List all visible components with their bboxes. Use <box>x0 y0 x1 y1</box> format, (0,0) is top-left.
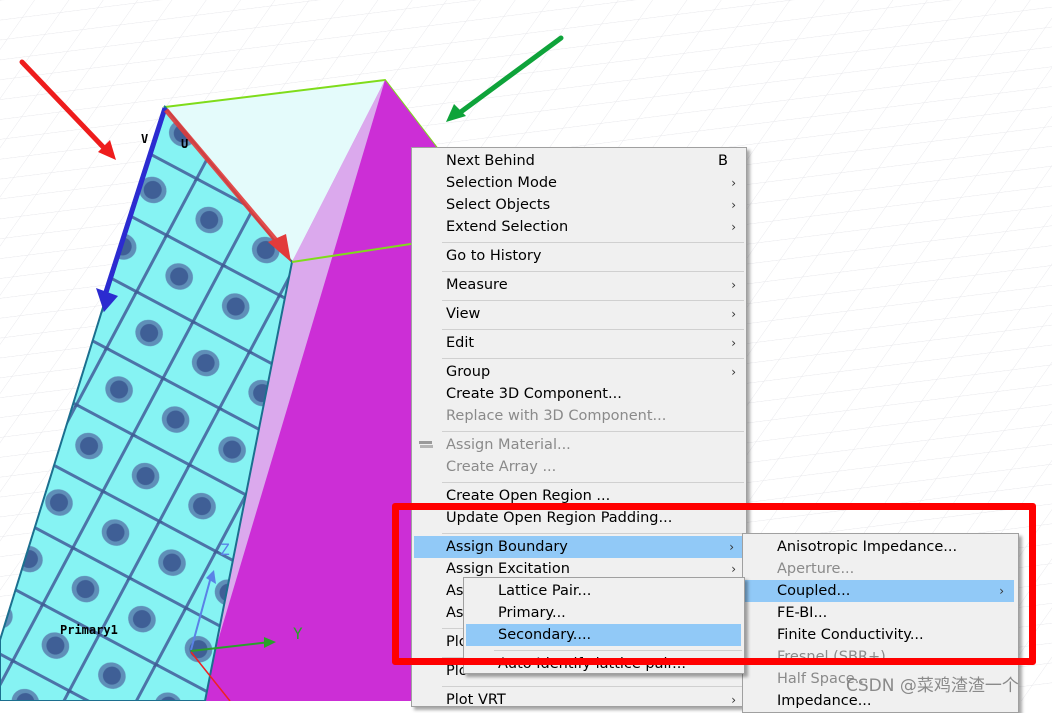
chevron-right-icon: › <box>731 278 736 292</box>
menu-item-assign-boundary[interactable]: Assign Boundary › <box>414 536 744 558</box>
shortcut-label: B <box>718 153 728 169</box>
menu-separator <box>442 686 744 687</box>
menu-item-label: Go to History <box>446 248 542 264</box>
menu-item-extend-selection[interactable]: Extend Selection › <box>412 216 746 238</box>
menu-item-label: Finite Conductivity... <box>777 627 924 643</box>
menu-separator <box>442 242 744 243</box>
menu-item-edit[interactable]: Edit › <box>412 332 746 354</box>
menu-item-label: Next Behind <box>446 153 535 169</box>
menu-item-label: Aperture... <box>777 561 855 577</box>
menu-item-view[interactable]: View › <box>412 303 746 325</box>
menu-item-label: Edit <box>446 335 475 351</box>
menu-item-measure[interactable]: Measure › <box>412 274 746 296</box>
material-icon <box>419 441 433 448</box>
menu-item-label: Secondary.... <box>498 627 592 643</box>
menu-separator <box>442 358 744 359</box>
submenu-item-primary[interactable]: Primary... <box>464 602 744 624</box>
menu-item-label: View <box>446 306 481 322</box>
menu-item-label: Plot VRT <box>446 692 506 708</box>
menu-item-label: Extend Selection <box>446 219 569 235</box>
menu-item-label: Assign Boundary <box>446 539 568 555</box>
submenu-item-anisotropic-impedance[interactable]: Anisotropic Impedance... <box>743 536 1018 558</box>
menu-item-label: Auto Identify lattice pair... <box>498 656 687 672</box>
menu-separator <box>442 533 744 534</box>
submenu-item-lattice-pair[interactable]: Lattice Pair... <box>464 580 744 602</box>
menu-item-next-behind[interactable]: Next Behind B <box>412 150 746 172</box>
chevron-right-icon: › <box>731 220 736 234</box>
submenu-item-aperture: Aperture... <box>743 558 1018 580</box>
menu-item-label: Select Objects <box>446 197 551 213</box>
menu-item-selection-mode[interactable]: Selection Mode › <box>412 172 746 194</box>
menu-separator <box>442 482 744 483</box>
menu-item-label: Primary... <box>498 605 566 621</box>
y-axis-label: Y <box>293 624 303 643</box>
submenu-item-coupled[interactable]: Coupled... › <box>745 580 1014 602</box>
submenu-item-auto-identify[interactable]: Auto Identify lattice pair... <box>464 653 744 675</box>
chevron-right-icon: › <box>731 693 736 707</box>
submenu-item-finite-conductivity[interactable]: Finite Conductivity... <box>743 624 1018 646</box>
menu-item-label: Coupled... <box>777 583 851 599</box>
menu-item-select-objects[interactable]: Select Objects › <box>412 194 746 216</box>
submenu-item-fresnel: Fresnel (SBR+) <box>743 646 1018 668</box>
menu-item-label: Create Array ... <box>446 459 557 475</box>
menu-item-label: Create 3D Component... <box>446 386 622 402</box>
menu-item-label: Measure <box>446 277 508 293</box>
face-label-primary1: Primary1 <box>60 623 118 637</box>
menu-item-label: Lattice Pair... <box>498 583 592 599</box>
chevron-right-icon: › <box>731 307 736 321</box>
menu-separator <box>442 300 744 301</box>
menu-item-group[interactable]: Group › <box>412 361 746 383</box>
chevron-right-icon: › <box>731 365 736 379</box>
menu-separator <box>442 431 744 432</box>
submenu-item-fe-bi[interactable]: FE-BI... <box>743 602 1018 624</box>
menu-item-assign-material: Assign Material... <box>412 434 746 456</box>
menu-item-label: Create Open Region ... <box>446 488 611 504</box>
submenu-item-secondary[interactable]: Secondary.... <box>466 624 741 646</box>
menu-item-label: As <box>446 583 464 599</box>
menu-item-update-open-region-padding[interactable]: Update Open Region Padding... <box>412 507 746 529</box>
menu-item-label: Selection Mode <box>446 175 557 191</box>
coupled-submenu: Lattice Pair... Primary... Secondary....… <box>463 577 745 674</box>
menu-separator <box>442 329 744 330</box>
chevron-right-icon: › <box>999 584 1004 598</box>
menu-item-label: Anisotropic Impedance... <box>777 539 958 555</box>
menu-separator <box>494 650 742 651</box>
menu-item-create-array: Create Array ... <box>412 456 746 478</box>
chevron-right-icon: › <box>731 198 736 212</box>
chevron-right-icon: › <box>729 540 734 554</box>
menu-item-label: Group <box>446 364 491 380</box>
watermark: CSDN @菜鸡渣渣一个 <box>846 676 1019 696</box>
v-axis-label: V <box>141 132 149 146</box>
menu-item-create-3d-component[interactable]: Create 3D Component... <box>412 383 746 405</box>
menu-item-label: Assign Material... <box>446 437 571 453</box>
u-axis-label: U <box>181 137 189 151</box>
menu-item-create-open-region[interactable]: Create Open Region ... <box>412 485 746 507</box>
menu-item-label: Replace with 3D Component... <box>446 408 667 424</box>
menu-item-label: Update Open Region Padding... <box>446 510 673 526</box>
menu-separator <box>442 271 744 272</box>
menu-item-label: Fresnel (SBR+) <box>777 649 886 665</box>
menu-item-replace-3d-component: Replace with 3D Component... <box>412 405 746 427</box>
menu-item-label: As <box>446 605 464 621</box>
menu-item-go-to-history[interactable]: Go to History <box>412 245 746 267</box>
z-axis-label: Z <box>220 540 230 559</box>
menu-item-plot-vrt[interactable]: Plot VRT › <box>412 689 746 711</box>
menu-item-label: FE-BI... <box>777 605 828 621</box>
chevron-right-icon: › <box>731 176 736 190</box>
chevron-right-icon: › <box>731 336 736 350</box>
